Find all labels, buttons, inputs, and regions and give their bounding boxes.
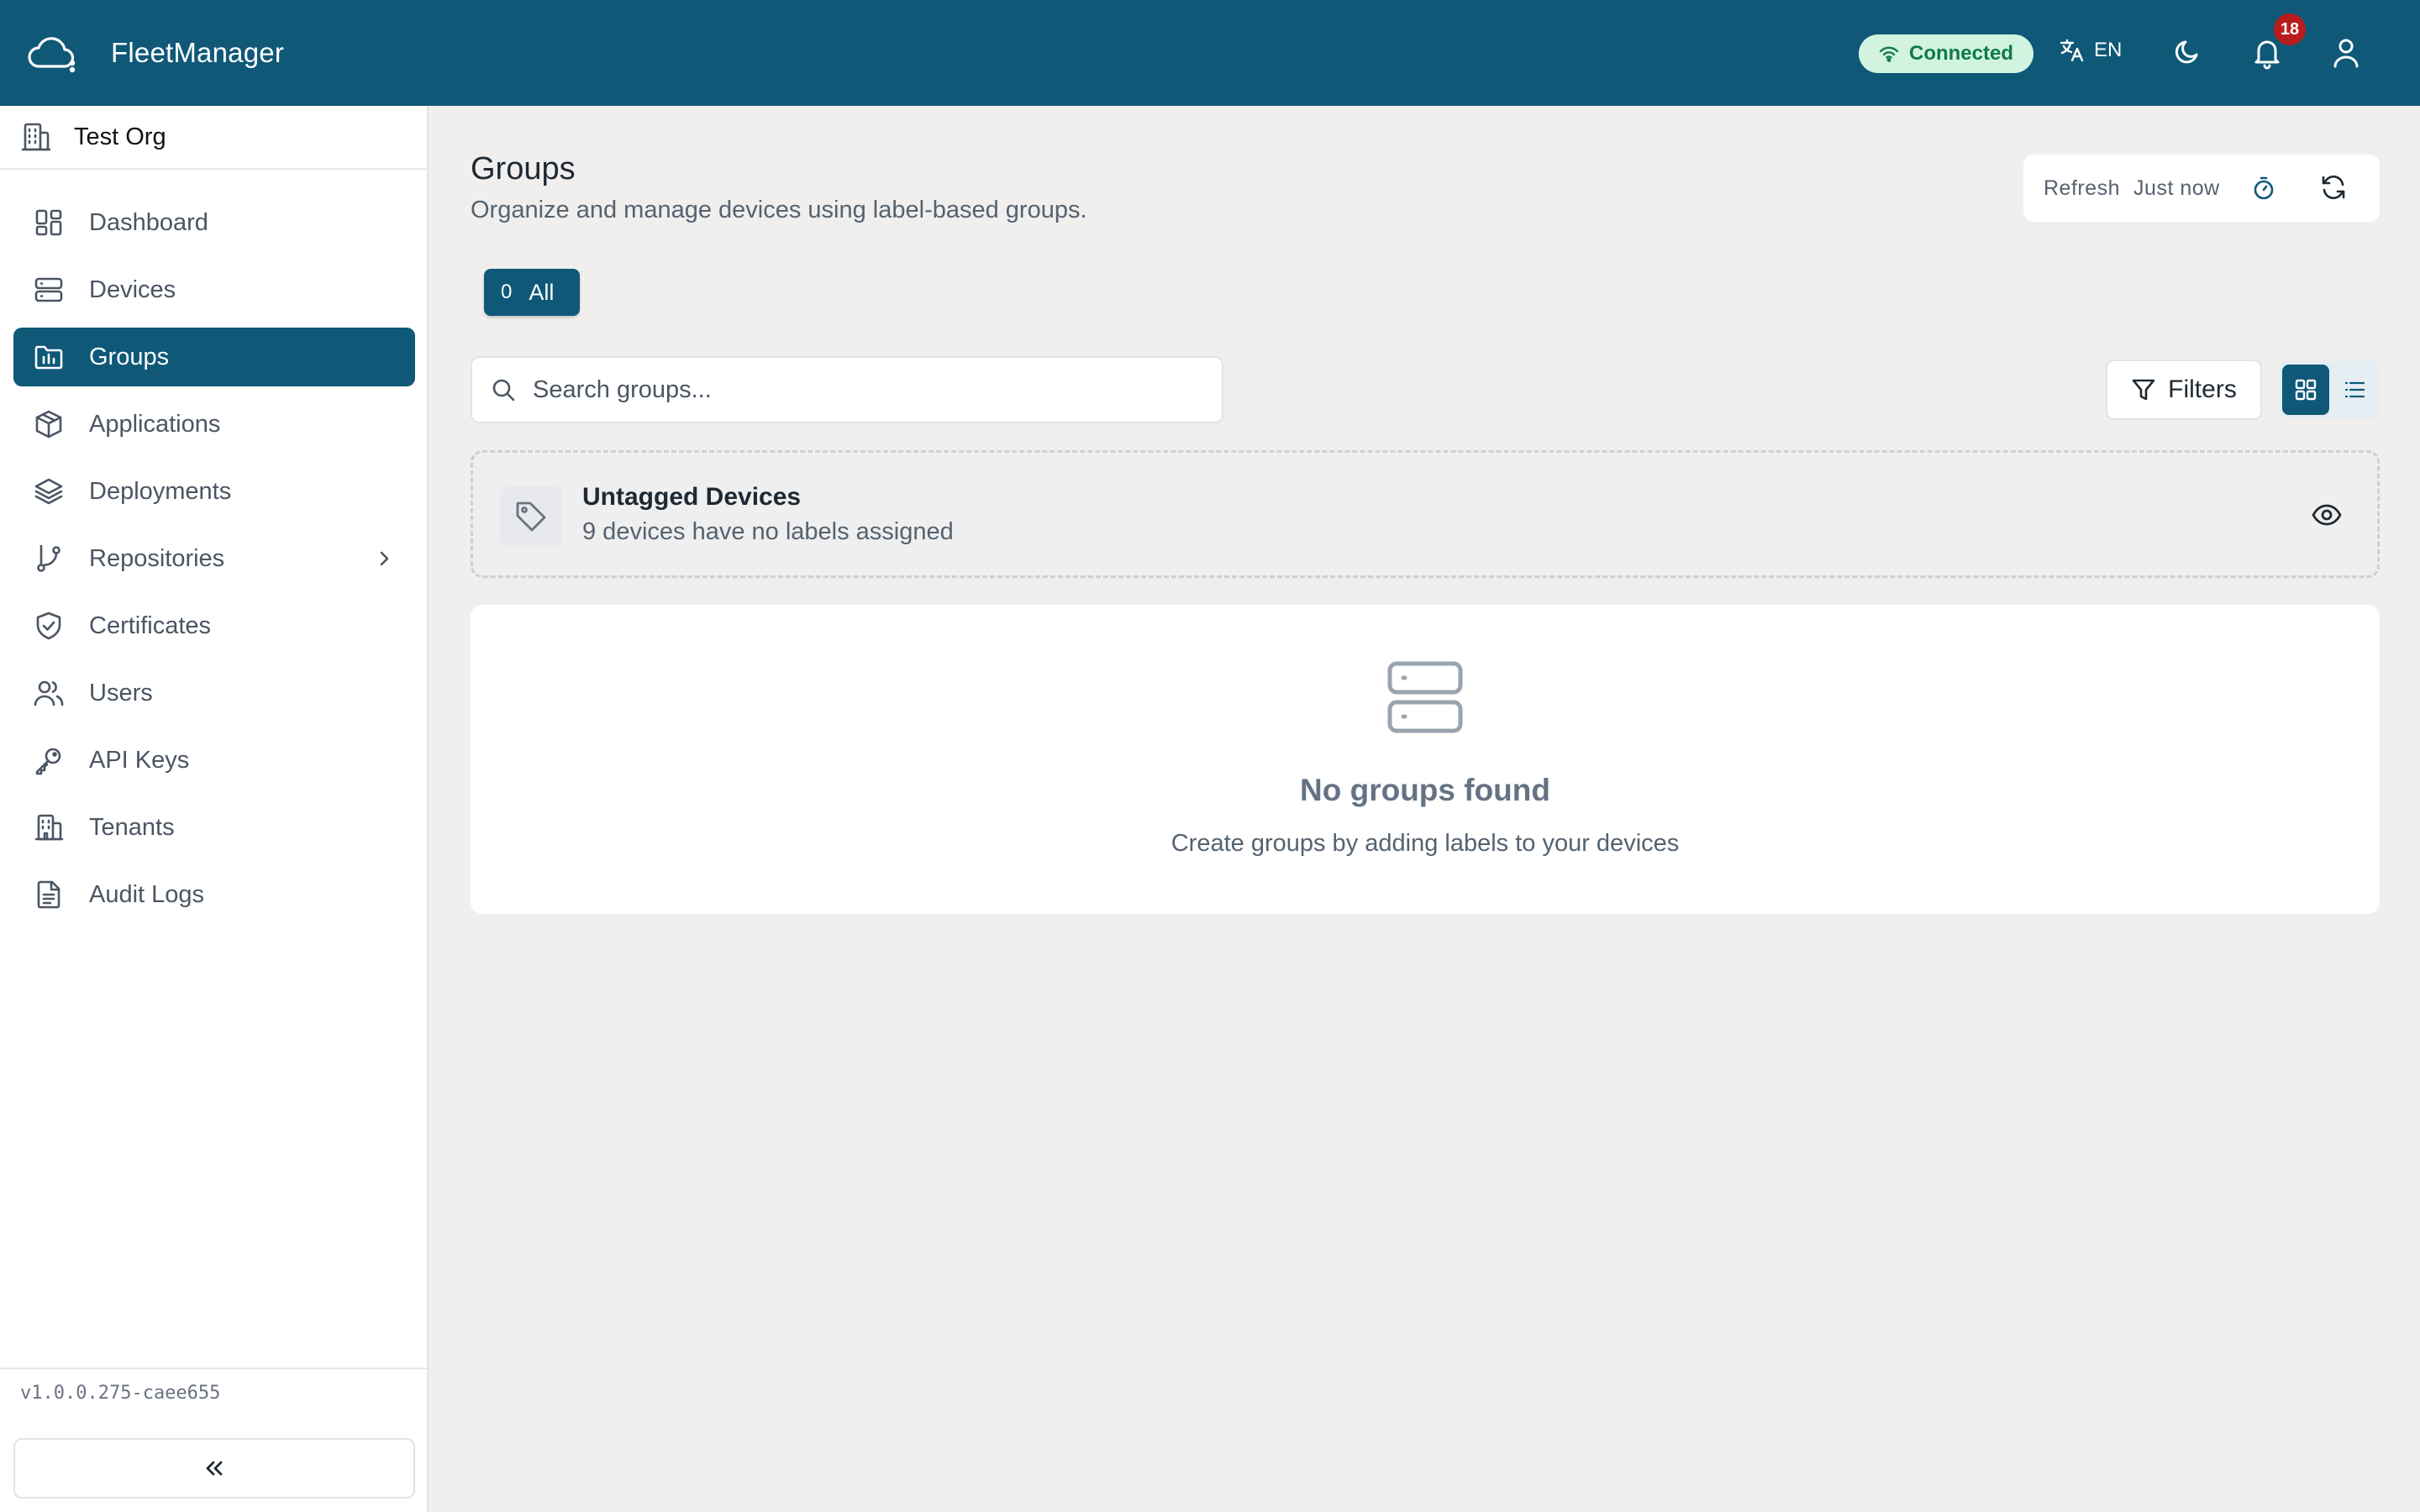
wifi-icon bbox=[1879, 45, 1909, 62]
view-toggle bbox=[2279, 361, 2380, 418]
tab-all[interactable]: 0 All bbox=[484, 269, 580, 316]
sidebar-item-repositories[interactable]: Repositories bbox=[13, 529, 415, 588]
user-icon[interactable] bbox=[2331, 36, 2361, 70]
sidebar-item-applications[interactable]: Applications bbox=[13, 395, 415, 454]
tag-icon-box bbox=[500, 486, 562, 547]
grid-view-button[interactable] bbox=[2282, 365, 2329, 415]
sidebar-item-label: Dashboard bbox=[89, 208, 208, 236]
users-icon bbox=[34, 678, 64, 708]
untagged-title: Untagged Devices bbox=[582, 483, 802, 511]
filters-button[interactable]: Filters bbox=[2106, 360, 2262, 420]
eye-icon[interactable] bbox=[2312, 500, 2342, 530]
refresh-panel: Refresh Just now bbox=[2023, 155, 2380, 222]
sidebar-item-label: Applications bbox=[89, 410, 221, 438]
sidebar-item-label: Certificates bbox=[89, 612, 212, 639]
top-bar: FleetManager Connected EN 18 bbox=[0, 0, 2420, 106]
connection-status-badge: Connected bbox=[1859, 34, 2033, 73]
layers-icon bbox=[34, 476, 64, 507]
connection-status-text: Connected bbox=[1908, 42, 2013, 65]
sidebar-item-tenants[interactable]: Tenants bbox=[13, 798, 415, 857]
building-icon bbox=[34, 812, 64, 843]
cloud-icon bbox=[25, 33, 77, 73]
package-icon bbox=[34, 409, 64, 439]
tag-icon bbox=[514, 500, 548, 533]
timer-icon[interactable] bbox=[2250, 175, 2277, 202]
filters-label: Filters bbox=[2168, 375, 2237, 403]
sidebar-item-label: Deployments bbox=[89, 477, 232, 505]
grid-icon bbox=[2294, 378, 2317, 402]
sidebar-item-users[interactable]: Users bbox=[13, 664, 415, 722]
sidebar-item-label: Devices bbox=[89, 276, 176, 303]
sidebar-item-label: API Keys bbox=[89, 746, 190, 774]
empty-subtitle: Create groups by adding labels to your d… bbox=[1171, 830, 1680, 857]
org-name: Test Org bbox=[74, 123, 166, 150]
empty-state: No groups found Create groups by adding … bbox=[471, 605, 2380, 914]
sidebar-item-deployments[interactable]: Deployments bbox=[13, 462, 415, 521]
building-icon bbox=[20, 121, 52, 153]
untagged-subtitle: 9 devices have no labels assigned bbox=[582, 518, 954, 545]
language-code: EN bbox=[2094, 39, 2123, 61]
sidebar-item-devices[interactable]: Devices bbox=[13, 260, 415, 319]
untagged-devices-card[interactable]: Untagged Devices 9 devices have no label… bbox=[471, 450, 2380, 578]
dashboard-icon bbox=[34, 207, 64, 238]
server-icon bbox=[1386, 659, 1464, 736]
sidebar-item-label: Tenants bbox=[89, 813, 175, 841]
page-title: Groups bbox=[471, 151, 576, 186]
app-name: FleetManager bbox=[111, 37, 285, 68]
language-switcher[interactable]: EN bbox=[2059, 37, 2122, 64]
refresh-label: Refresh bbox=[2044, 176, 2121, 200]
translate-icon bbox=[2059, 37, 2094, 64]
refresh-icon[interactable] bbox=[2319, 173, 2348, 202]
sidebar-nav: Dashboard Devices Groups Applications De… bbox=[13, 193, 415, 932]
tab-count: 0 bbox=[501, 281, 513, 303]
chevrons-left-icon bbox=[203, 1457, 225, 1479]
sidebar-item-label: Repositories bbox=[89, 544, 225, 572]
chevron-right-icon[interactable] bbox=[375, 549, 393, 568]
sidebar-item-label: Groups bbox=[89, 343, 170, 370]
brand[interactable]: FleetManager bbox=[25, 33, 284, 73]
server-icon bbox=[34, 275, 64, 305]
app-version: v1.0.0.275-caee655 bbox=[20, 1383, 221, 1404]
sidebar-item-dashboard[interactable]: Dashboard bbox=[13, 193, 415, 252]
shield-check-icon bbox=[34, 611, 64, 641]
folder-chart-icon bbox=[34, 342, 64, 372]
search-icon bbox=[472, 377, 516, 402]
list-view-button[interactable] bbox=[2333, 365, 2376, 415]
git-branch-icon bbox=[34, 543, 64, 574]
collapse-sidebar-button[interactable] bbox=[13, 1438, 415, 1499]
sidebar-item-api-keys[interactable]: API Keys bbox=[13, 731, 415, 790]
sidebar-divider bbox=[0, 1368, 427, 1369]
empty-title: No groups found bbox=[1300, 773, 1550, 807]
page-subtitle: Organize and manage devices using label-… bbox=[471, 197, 1087, 223]
search-input[interactable] bbox=[533, 375, 1188, 404]
refresh-time: Just now bbox=[2133, 176, 2220, 200]
key-icon bbox=[34, 745, 64, 775]
org-switcher[interactable]: Test Org bbox=[0, 106, 427, 170]
tab-label: All bbox=[529, 279, 555, 305]
moon-icon[interactable] bbox=[2171, 36, 2203, 68]
sidebar-item-certificates[interactable]: Certificates bbox=[13, 596, 415, 655]
notification-count-badge: 18 bbox=[2274, 13, 2306, 45]
sidebar-item-label: Audit Logs bbox=[89, 880, 205, 908]
sidebar-item-groups[interactable]: Groups bbox=[13, 328, 415, 386]
file-text-icon bbox=[34, 879, 64, 910]
sidebar: Test Org Dashboard Devices Groups Applic… bbox=[0, 106, 429, 1512]
search-box bbox=[471, 356, 1223, 423]
sidebar-item-label: Users bbox=[89, 679, 153, 706]
sidebar-item-audit-logs[interactable]: Audit Logs bbox=[13, 865, 415, 924]
filter-icon bbox=[2131, 377, 2168, 402]
list-icon bbox=[2343, 378, 2366, 402]
